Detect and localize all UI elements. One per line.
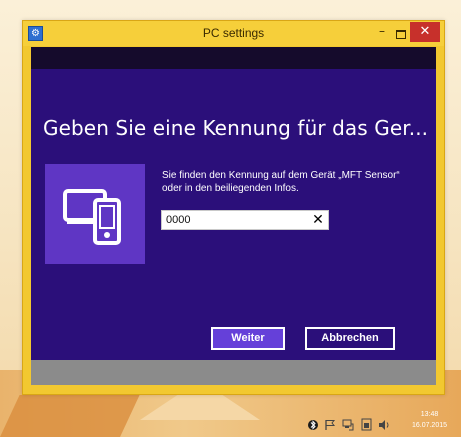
pin-input[interactable] (166, 213, 306, 227)
dialog-description: Sie finden den Kennung auf dem Gerät „MF… (162, 170, 400, 194)
bluetooth-icon[interactable] (308, 419, 318, 431)
device-icon-tile (45, 164, 145, 264)
clear-icon[interactable]: ✕ (310, 212, 326, 228)
devices-icon (63, 189, 121, 245)
dialog-heading: Geben Sie eine Kennung für das Ger... (43, 116, 429, 140)
dialog-top-strip (31, 47, 436, 69)
volume-icon[interactable] (378, 419, 392, 431)
maximize-button[interactable] (392, 24, 410, 41)
title-bar: ⚙ PC settings – ✕ (23, 21, 444, 46)
pc-settings-window: ⚙ PC settings – ✕ Geben Sie eine Kennung… (22, 20, 445, 395)
taskbar-clock[interactable]: 13:48 16.07.2015 (402, 409, 457, 431)
minimize-button[interactable]: – (372, 24, 392, 41)
maximize-icon (396, 30, 406, 39)
pairing-dialog: Geben Sie eine Kennung für das Ger... Si… (31, 47, 436, 385)
bottom-bar (31, 360, 436, 385)
close-button[interactable]: ✕ (410, 22, 440, 42)
pin-field[interactable]: ✕ (161, 210, 329, 230)
clock-time: 13:48 (420, 411, 439, 418)
next-button[interactable]: Weiter (211, 327, 285, 350)
flag-icon[interactable] (324, 419, 336, 431)
cancel-button[interactable]: Abbrechen (305, 327, 395, 350)
network-icon[interactable] (342, 418, 354, 431)
battery-icon[interactable] (360, 418, 373, 431)
clock-date: 16.07.2015 (411, 422, 448, 429)
